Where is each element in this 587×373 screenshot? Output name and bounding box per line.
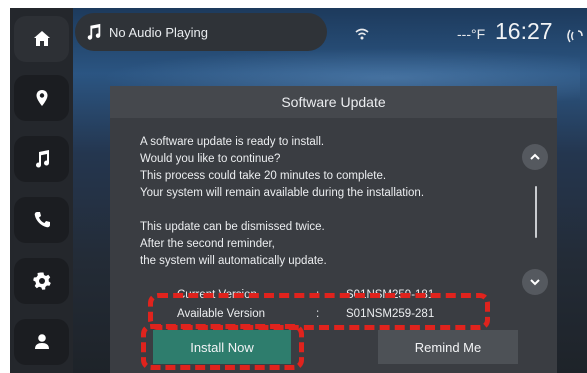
message-line: This update can be dismissed twice. (140, 221, 325, 233)
sidebar-item-profile[interactable] (14, 319, 69, 365)
settings-gear-icon (32, 272, 51, 290)
message-line: A software update is ready to install. (140, 136, 325, 148)
status-bar: No Audio Playing ---°F 16:27 (73, 8, 587, 60)
message-line: This process could take 20 minutes to co… (140, 170, 387, 182)
home-icon (33, 31, 50, 46)
temperature-readout: ---°F (457, 26, 486, 42)
connectivity-icon (567, 29, 583, 43)
music-note-icon (87, 23, 101, 40)
scroll-down-button[interactable] (522, 269, 548, 295)
remind-me-button[interactable]: Remind Me (378, 330, 518, 364)
sidebar (10, 8, 73, 373)
wifi-icon (355, 28, 369, 40)
audio-status-label: No Audio Playing (109, 24, 209, 40)
sidebar-item-phone[interactable] (14, 197, 69, 243)
dialog-title: Software Update (110, 86, 557, 118)
sidebar-item-navigation[interactable] (14, 75, 69, 121)
message-line: Your system will remain available during… (140, 187, 425, 199)
scroll-up-button[interactable] (522, 144, 548, 170)
music-note-icon (35, 150, 49, 168)
chevron-up-icon (530, 153, 540, 160)
scrollbar[interactable] (535, 186, 537, 238)
sidebar-item-home[interactable] (14, 16, 69, 62)
clock: 16:27 (495, 18, 553, 44)
location-pin-icon (36, 90, 47, 106)
message-line: the system will automatically update. (140, 255, 327, 267)
sidebar-item-media[interactable] (14, 136, 69, 182)
message-line: Would you like to continue? (140, 153, 281, 165)
highlight-install-button (141, 324, 304, 370)
profile-icon (34, 334, 49, 349)
chevron-down-icon (530, 279, 540, 286)
audio-source-pill[interactable]: No Audio Playing (75, 13, 327, 51)
phone-icon (34, 212, 50, 228)
sidebar-item-settings[interactable] (14, 258, 69, 304)
message-line: After the second reminder, (140, 238, 275, 250)
